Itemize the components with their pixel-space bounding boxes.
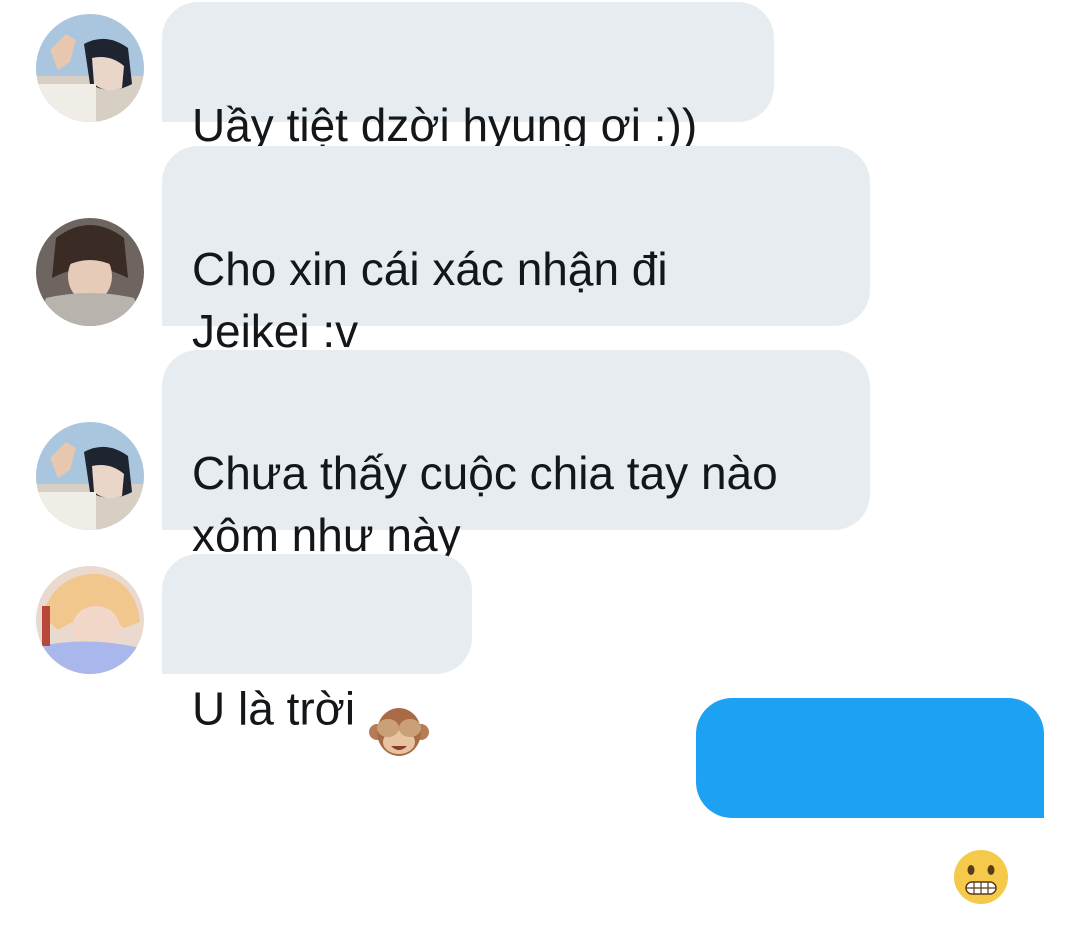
message-text: Gì dẫy??? xyxy=(726,827,939,880)
avatar-image xyxy=(36,566,144,674)
message-text: Uầy tiệt dzời hyung ơi :)) xyxy=(192,99,698,151)
message-bubble-outgoing[interactable]: Gì dẫy??? xyxy=(696,698,1044,904)
avatar-image xyxy=(36,422,144,530)
avatar-image xyxy=(36,218,144,326)
message-bubble-3[interactable]: Chưa thấy cuộc chia tay nào xôm như này xyxy=(162,350,870,561)
avatar-brown-hair-hoodie[interactable] xyxy=(36,218,144,326)
avatar-blue-sky-hand[interactable] xyxy=(36,14,144,122)
avatar-image xyxy=(36,14,144,122)
message-text: Cho xin cái xác nhận đi Jeikei :v xyxy=(192,243,668,357)
message-text: U là trời xyxy=(192,682,356,735)
message-bubble-4[interactable]: U là trời xyxy=(162,554,472,756)
grimacing-face-icon xyxy=(952,786,1010,921)
avatar-blonde-hair[interactable] xyxy=(36,566,144,674)
see-no-evil-monkey-icon xyxy=(369,642,430,775)
message-bubble-2[interactable]: Cho xin cái xác nhận đi Jeikei :v xyxy=(162,146,870,357)
avatar-blue-sky-hand[interactable] xyxy=(36,422,144,530)
message-bubble-1[interactable]: Uầy tiệt dzời hyung ơi :)) xyxy=(162,2,774,151)
message-text: Chưa thấy cuộc chia tay nào xôm như này xyxy=(192,447,778,561)
